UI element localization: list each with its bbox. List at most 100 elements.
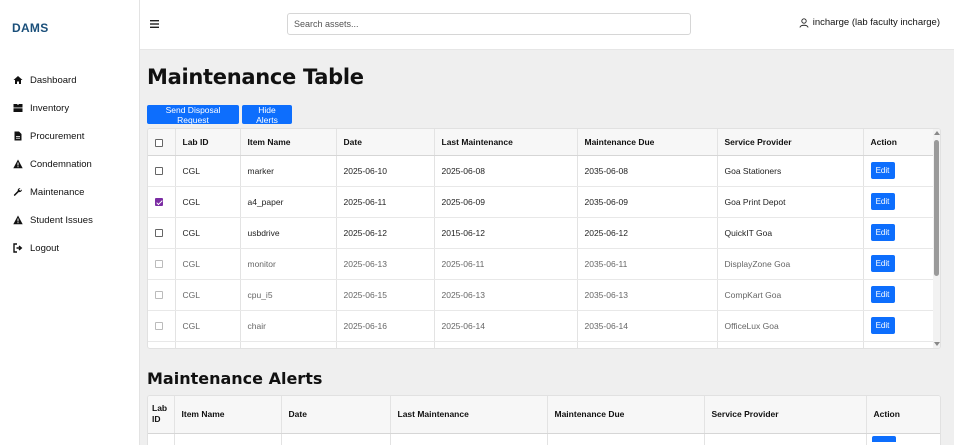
edit-button[interactable]: Edit <box>870 255 895 272</box>
column-header: Item Name <box>174 396 282 434</box>
cell-lab-id: CGL <box>175 217 241 249</box>
brand-logo[interactable]: DAMS <box>12 21 49 35</box>
cell-service-provider: OfficeLux Goa <box>717 310 864 342</box>
edit-button[interactable]: Edit <box>870 193 895 210</box>
table-row: CGL cpu_i5 2025-06-15 2025-06-13 2035-06… <box>148 279 935 311</box>
sidebar-item-condemnation[interactable]: Condemnation <box>0 150 140 178</box>
alerts-table-container[interactable]: Lab ID Item Name Date Last Maintenance M… <box>147 395 941 445</box>
sidebar-item-label: Student Issues <box>30 214 93 226</box>
warning-icon <box>12 158 24 170</box>
table-row: CGL monitor 2025-06-13 2025-06-11 2035-0… <box>148 248 935 280</box>
cell-service-provider: DisplayZone Goa <box>717 248 864 280</box>
column-header: Service Provider <box>704 396 867 434</box>
cell-lab-id: CGL <box>175 279 241 311</box>
page-title: Maintenance Table <box>147 65 364 89</box>
select-all-header <box>148 129 176 156</box>
cell-last-maintenance: 2025-06-14 <box>434 310 578 342</box>
table-row-partial <box>148 433 940 445</box>
cell-date: 2025-06-13 <box>336 248 435 280</box>
sidebar-item-dashboard[interactable]: Dashboard <box>0 66 140 94</box>
scroll-up-icon[interactable] <box>934 131 940 135</box>
warning-icon <box>12 214 24 226</box>
cell-service-provider: CompKart Goa <box>717 279 864 311</box>
cell-date: 2025-06-15 <box>336 279 435 311</box>
edit-button[interactable]: Edit <box>870 317 895 334</box>
edit-button[interactable]: Edit <box>870 286 895 303</box>
cell-last-maintenance: 2025-06-13 <box>434 279 578 311</box>
scroll-down-icon[interactable] <box>934 342 940 346</box>
scrollbar-thumb[interactable] <box>934 140 939 276</box>
search-input[interactable] <box>287 13 691 35</box>
cell-item-name: cpu_i5 <box>240 279 337 311</box>
table-row: CGL usbdrive 2025-06-12 2015-06-12 2025-… <box>148 217 935 249</box>
cell-lab-id: CGL <box>175 248 241 280</box>
sidebar-item-procurement[interactable]: Procurement <box>0 122 140 150</box>
edit-button[interactable]: Edit <box>870 162 895 179</box>
column-header: Action <box>863 129 935 156</box>
file-icon <box>12 130 24 142</box>
row-checkbox[interactable] <box>155 291 163 300</box>
edit-button-partial[interactable] <box>872 436 896 442</box>
column-header: Service Provider <box>717 129 864 156</box>
wrench-icon <box>12 186 24 198</box>
column-header: Last Maintenance <box>434 129 578 156</box>
column-header: Lab ID <box>175 129 241 156</box>
box-icon <box>12 102 24 114</box>
cell-maintenance-due: 2025-06-12 <box>577 217 718 249</box>
cell-date: 2025-06-11 <box>336 186 435 218</box>
cell-item-name: a4_paper <box>240 186 337 218</box>
column-header: Maintenance Due <box>577 129 718 156</box>
select-all-checkbox[interactable] <box>155 138 163 147</box>
cell-service-provider: Goa Print Depot <box>717 186 864 218</box>
hide-alerts-button[interactable]: Hide Alerts <box>242 105 292 125</box>
table-row: CGL a4_paper 2025-06-11 2025-06-09 2035-… <box>148 186 935 218</box>
sidebar-nav: Dashboard Inventory Procurement Condemna… <box>0 66 140 262</box>
cell-maintenance-due: 2035-06-14 <box>577 310 718 342</box>
sidebar-item-student-issues[interactable]: Student Issues <box>0 206 140 234</box>
menu-toggle-icon[interactable] <box>149 17 161 29</box>
sidebar: DAMS Dashboard Inventory Procurement Con… <box>0 0 140 445</box>
row-checkbox[interactable] <box>155 229 163 238</box>
row-checkbox[interactable] <box>155 322 163 331</box>
cell-lab-id: CGL <box>175 155 241 187</box>
alerts-title: Maintenance Alerts <box>147 369 323 388</box>
sidebar-item-inventory[interactable]: Inventory <box>0 94 140 122</box>
maintenance-table-container[interactable]: Lab ID Item Name Date Last Maintenance M… <box>147 128 941 349</box>
cell-date: 2025-06-10 <box>336 155 435 187</box>
sidebar-item-maintenance[interactable]: Maintenance <box>0 178 140 206</box>
column-header: Maintenance Due <box>547 396 705 434</box>
column-header: Lab ID <box>148 396 175 434</box>
user-menu[interactable]: incharge (lab faculty incharge) <box>799 17 940 28</box>
cell-item-name: monitor <box>240 248 337 280</box>
row-checkbox[interactable] <box>155 167 163 176</box>
row-checkbox[interactable] <box>155 260 163 269</box>
table-row-partial <box>148 341 935 348</box>
cell-date: 2025-06-12 <box>336 217 435 249</box>
cell-last-maintenance: 2025-06-09 <box>434 186 578 218</box>
cell-date: 2025-06-16 <box>336 310 435 342</box>
cell-maintenance-due: 2035-06-09 <box>577 186 718 218</box>
table-scrollbar[interactable] <box>933 129 940 348</box>
cell-service-provider: Goa Stationers <box>717 155 864 187</box>
cell-maintenance-due: 2035-06-13 <box>577 279 718 311</box>
cell-item-name: chair <box>240 310 337 342</box>
maintenance-table: Lab ID Item Name Date Last Maintenance M… <box>148 129 935 348</box>
sidebar-item-label: Procurement <box>30 130 85 142</box>
sidebar-item-label: Condemnation <box>30 158 92 170</box>
sidebar-item-label: Inventory <box>30 102 70 114</box>
logout-icon <box>12 242 24 254</box>
cell-last-maintenance: 2025-06-11 <box>434 248 578 280</box>
table-header-row: Lab ID Item Name Date Last Maintenance M… <box>148 129 935 156</box>
row-checkbox[interactable] <box>155 198 163 207</box>
column-header: Last Maintenance <box>390 396 548 434</box>
edit-button[interactable]: Edit <box>870 224 895 241</box>
cell-item-name: marker <box>240 155 337 187</box>
column-header: Date <box>336 129 435 156</box>
cell-maintenance-due: 2035-06-11 <box>577 248 718 280</box>
send-disposal-request-button[interactable]: Send Disposal Request <box>147 105 239 125</box>
cell-last-maintenance: 2025-06-08 <box>434 155 578 187</box>
home-icon <box>12 74 24 86</box>
cell-service-provider: QuickIT Goa <box>717 217 864 249</box>
table-row: CGL marker 2025-06-10 2025-06-08 2035-06… <box>148 155 935 187</box>
sidebar-item-logout[interactable]: Logout <box>0 234 140 262</box>
